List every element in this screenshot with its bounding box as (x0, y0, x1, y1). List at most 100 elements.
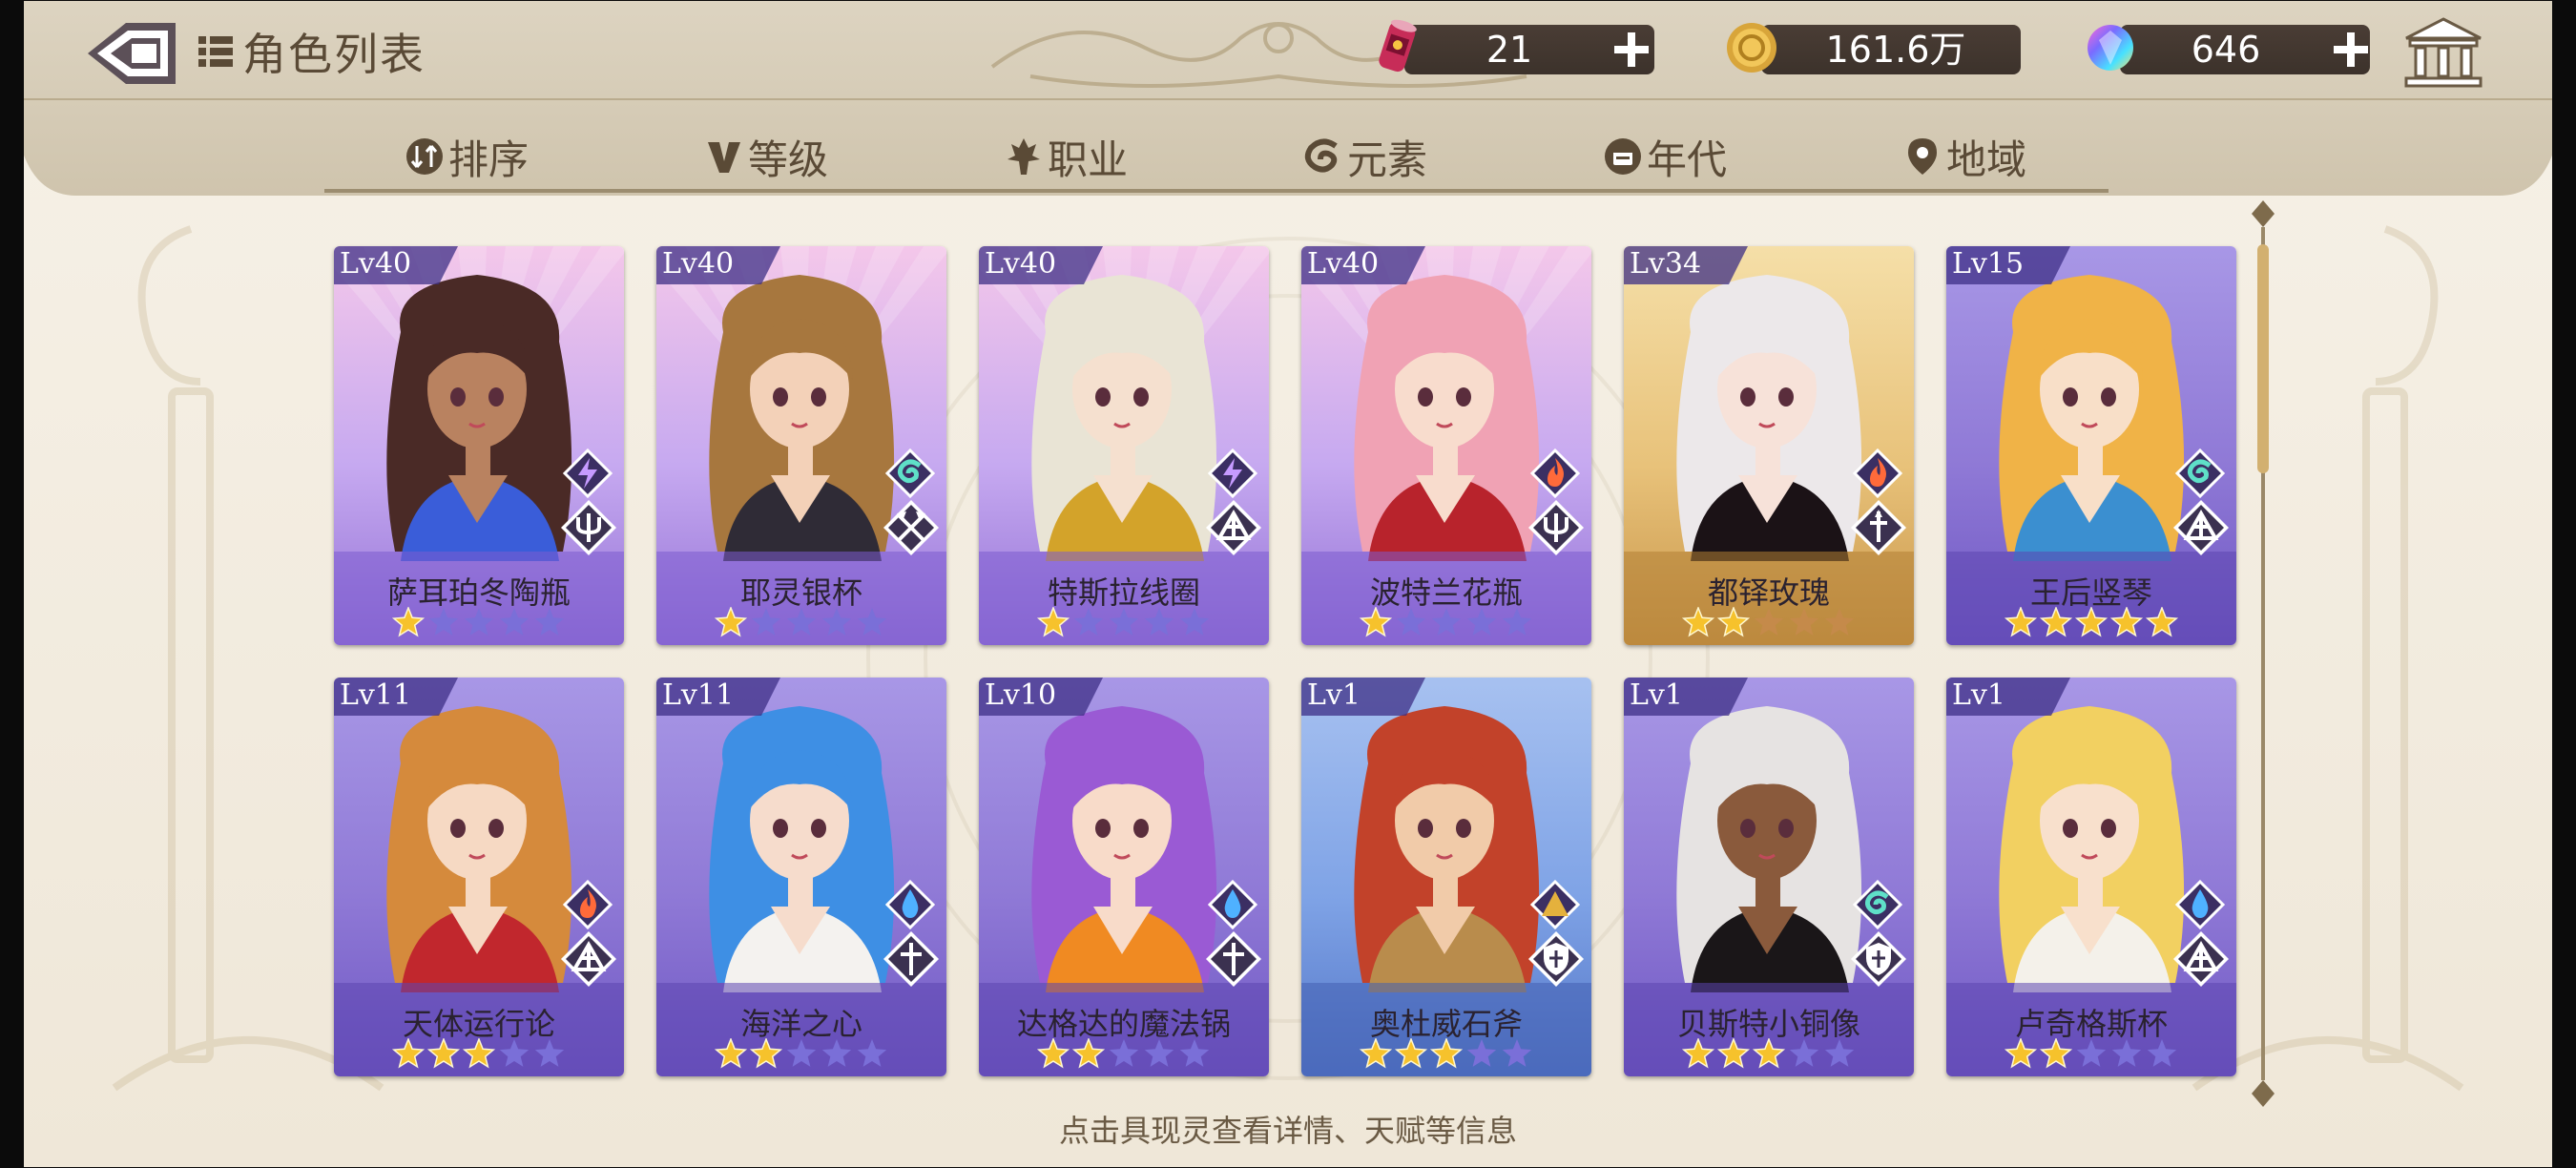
character-card[interactable]: Lv15 王后竖琴 (1946, 246, 2236, 645)
star-filled-icon (1359, 1038, 1393, 1069)
shield-class-icon (1851, 931, 1906, 987)
level-label: Lv11 (340, 678, 412, 712)
level-label: Lv34 (1630, 247, 1702, 281)
star-rating (391, 607, 565, 637)
star-filled-icon (2039, 607, 2073, 637)
class-badge (883, 931, 939, 987)
star-empty-icon (2111, 1039, 2142, 1067)
museum-button[interactable] (2402, 15, 2484, 92)
star-filled-icon (749, 1038, 783, 1069)
star-filled-icon (1036, 607, 1070, 637)
star-rating (1359, 607, 1532, 637)
filter-era[interactable]: 年代 (1603, 126, 1727, 187)
scrollbar[interactable] (2244, 200, 2282, 1107)
top-bar: 角色列表 21 161.6万 646 (0, 0, 2576, 95)
star-rating (1681, 1038, 1855, 1069)
star-empty-icon (857, 608, 887, 636)
star-filled-icon (2145, 607, 2179, 637)
element-badge (1208, 448, 1257, 498)
character-card[interactable]: Lv1 奥杜威石斧 (1301, 678, 1591, 1076)
star-empty-icon (1502, 608, 1532, 636)
class-badge (1206, 500, 1261, 555)
star-filled-icon (714, 607, 748, 637)
card-frame: Lv1 卢奇格斯杯 (1946, 678, 2236, 1076)
class-badge (1851, 500, 1906, 555)
character-card[interactable]: Lv1 卢奇格斯杯 (1946, 678, 2236, 1076)
character-card[interactable]: Lv11 海洋之心 (656, 678, 946, 1076)
star-empty-icon (1109, 1039, 1139, 1067)
character-card[interactable]: Lv10 达格达的魔法锅 (979, 678, 1269, 1076)
hint-text: 点击具现灵查看详情、天赋等信息 (1058, 1113, 1517, 1149)
filter-sort[interactable]: 排序 (405, 126, 529, 187)
star-empty-icon (1109, 608, 1139, 636)
sword-class-icon (1851, 500, 1906, 555)
profession-icon (1008, 138, 1040, 175)
level-icon (708, 142, 740, 173)
back-button[interactable] (84, 19, 179, 88)
filter-profession[interactable]: 职业 (1004, 126, 1128, 187)
class-badge (561, 931, 616, 987)
character-card[interactable]: Lv40 特斯拉线圈 (979, 246, 1269, 645)
star-empty-icon (1396, 608, 1426, 636)
filter-label: 地域 (1946, 136, 2027, 183)
character-card[interactable]: Lv40 萨耳珀冬陶瓶 (334, 246, 624, 645)
class-badge (1851, 931, 1906, 987)
element-badge (885, 880, 935, 929)
filter-label: 元素 (1347, 136, 1428, 183)
class-badge (2173, 500, 2229, 555)
filter-label: 年代 (1647, 136, 1728, 183)
cross-class-icon (1206, 931, 1261, 987)
rainbow-gem-icon (2088, 25, 2133, 71)
star-filled-icon (1394, 1038, 1428, 1069)
star-filled-icon (426, 1038, 461, 1069)
level-label: Lv1 (1630, 678, 1683, 712)
element-badge (1853, 880, 1902, 929)
filter-element[interactable]: 元素 (1303, 126, 1427, 187)
star-empty-icon (534, 608, 565, 636)
filter-location[interactable]: 地域 (1902, 126, 2026, 187)
add-gem-button[interactable] (2332, 31, 2370, 69)
star-rating (2004, 1038, 2177, 1069)
star-empty-icon (428, 608, 459, 636)
card-frame: Lv11 海洋之心 (656, 678, 946, 1076)
star-rating (1036, 1038, 1210, 1069)
star-rating (714, 1038, 887, 1069)
star-filled-icon (1716, 607, 1751, 637)
character-card[interactable]: Lv40 波特兰花瓶 (1301, 246, 1591, 645)
element-badge (2175, 448, 2225, 498)
card-frame: Lv40 特斯拉线圈 (979, 246, 1269, 645)
add-ticket-button[interactable] (1612, 31, 1651, 69)
museum-icon (2404, 17, 2483, 88)
location-pin-icon (1908, 138, 1937, 175)
level-label: Lv40 (662, 247, 735, 281)
gold-coin-icon (1727, 23, 1776, 73)
star-empty-icon (1466, 608, 1497, 636)
filter-label: 职业 (1048, 136, 1129, 183)
water-element-icon (885, 880, 935, 929)
character-card[interactable]: Lv11 天体运行论 (334, 678, 624, 1076)
currency-gold: 161.6万 (1723, 21, 2021, 74)
level-label: Lv15 (1952, 247, 2025, 281)
filter-level[interactable]: 等级 (704, 126, 828, 187)
star-empty-icon (1179, 608, 1210, 636)
element-badge (885, 448, 935, 498)
page-title-group: 角色列表 (197, 21, 426, 82)
character-card[interactable]: Lv40 耶灵银杯 (656, 246, 946, 645)
scrollbar-thumb (2257, 244, 2269, 473)
star-empty-icon (786, 1039, 817, 1067)
class-badge (2173, 931, 2229, 987)
character-card[interactable]: Lv1 贝斯特小铜像 (1624, 678, 1914, 1076)
prism-class-icon (2173, 500, 2229, 555)
lightning-element-icon (1208, 448, 1257, 498)
element-badge (1530, 448, 1580, 498)
star-filled-icon (714, 1038, 748, 1069)
star-filled-icon (2109, 607, 2144, 637)
currency-ticket: 21 (1366, 19, 1668, 74)
star-empty-icon (2147, 1039, 2177, 1067)
star-empty-icon (1431, 608, 1462, 636)
star-empty-icon (1144, 608, 1174, 636)
fire-element-icon (1530, 448, 1580, 498)
card-frame: Lv34 都铎玫瑰 (1624, 246, 1914, 645)
star-filled-icon (2004, 1038, 2038, 1069)
character-card[interactable]: Lv34 都铎玫瑰 (1624, 246, 1914, 645)
